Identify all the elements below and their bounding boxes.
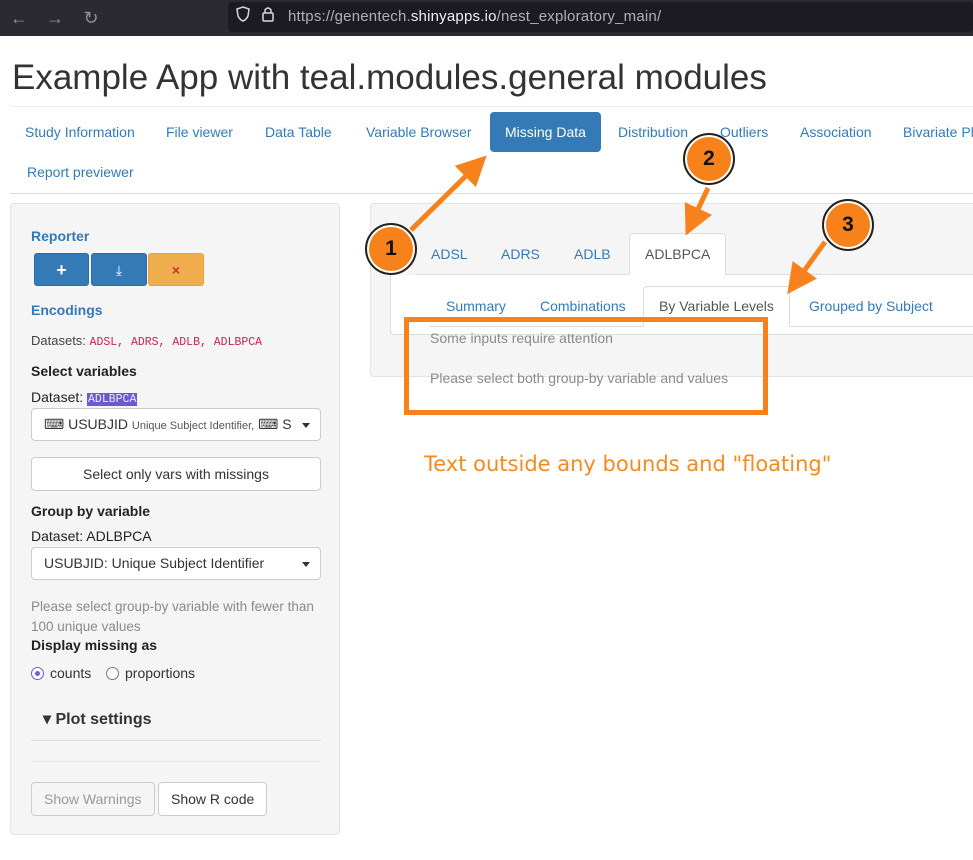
chevron-down-icon xyxy=(302,423,310,428)
tab-variable-browser[interactable]: Variable Browser xyxy=(351,112,487,152)
annotation-highlight-box xyxy=(404,317,768,415)
divider xyxy=(10,106,973,107)
group-dataset-line: Dataset: ADLBPCA xyxy=(31,528,152,544)
annotation-badge-3: 3 xyxy=(822,199,874,251)
encodings-sidebar: Reporter + ⤓ × Encodings Datasets: ADSL,… xyxy=(10,203,340,835)
annotation-badge-2: 2 xyxy=(683,133,735,185)
tab-file-viewer[interactable]: File viewer xyxy=(151,112,248,152)
select-variables-label: Select variables xyxy=(31,363,137,379)
tab-adsl[interactable]: ADSL xyxy=(416,233,483,275)
chevron-down-icon: ▾ xyxy=(43,711,56,728)
variables-select[interactable]: ⌨ USUBJID Unique Subject Identifier, ⌨ S xyxy=(31,408,321,441)
show-warnings-button[interactable]: Show Warnings xyxy=(31,782,155,816)
download-icon: ⤓ xyxy=(115,262,123,278)
tab-adlbpca[interactable]: ADLBPCA xyxy=(629,233,727,275)
reload-icon[interactable]: ↻ xyxy=(78,5,104,31)
radio-selected-icon xyxy=(31,667,44,680)
reset-report-button[interactable]: × xyxy=(148,253,204,286)
select-missings-button[interactable]: Select only vars with missings xyxy=(31,457,321,491)
tab-adlb[interactable]: ADLB xyxy=(559,233,626,275)
app-title: Example App with teal.modules.general mo… xyxy=(12,58,767,97)
back-icon[interactable]: ← xyxy=(6,5,32,31)
encodings-label: Encodings xyxy=(31,302,103,318)
datasets-line: Datasets: ADSL, ADRS, ADLB, ADLBPCA xyxy=(31,333,263,349)
add-to-report-button[interactable]: + xyxy=(34,253,89,286)
tab-study-information[interactable]: Study Information xyxy=(10,112,150,152)
tab-bivariate-plot[interactable]: Bivariate Pl xyxy=(888,112,973,152)
tab-grouped-by-subject[interactable]: Grouped by Subject xyxy=(794,286,948,327)
browser-toolbar: ← → ↻ https://genentech.shinyapps.io/nes… xyxy=(0,0,973,36)
main-nav: Study Information File viewer Data Table… xyxy=(10,112,973,194)
tab-report-previewer[interactable]: Report previewer xyxy=(12,152,149,192)
reporter-label: Reporter xyxy=(31,228,90,244)
radio-counts[interactable]: counts xyxy=(31,665,91,681)
divider xyxy=(31,740,321,741)
annotation-badge-1: 1 xyxy=(365,223,417,275)
radio-unselected-icon xyxy=(106,667,119,680)
close-icon: × xyxy=(171,262,181,278)
show-r-code-button[interactable]: Show R code xyxy=(158,782,268,816)
display-missing-label: Display missing as xyxy=(31,637,158,653)
plus-icon: + xyxy=(56,260,67,280)
divider xyxy=(31,761,321,762)
chevron-down-icon xyxy=(302,562,310,567)
group-help-text: Please select group-by variable with few… xyxy=(31,599,314,634)
group-by-label: Group by variable xyxy=(31,503,151,519)
forward-icon[interactable]: → xyxy=(42,5,68,31)
lock-icon[interactable] xyxy=(262,6,274,28)
group-by-select[interactable]: USUBJID: Unique Subject Identifier xyxy=(31,547,321,580)
radio-proportions[interactable]: proportions xyxy=(106,665,195,681)
tab-data-table[interactable]: Data Table xyxy=(250,112,347,152)
plot-settings-toggle[interactable]: ▾ Plot settings xyxy=(43,709,152,729)
url-text: https://genentech.shinyapps.io/nest_expl… xyxy=(288,8,662,25)
tab-association[interactable]: Association xyxy=(785,112,887,152)
address-bar[interactable]: https://genentech.shinyapps.io/nest_expl… xyxy=(228,2,973,32)
floating-annotation-text: Text outside any bounds and "floating" xyxy=(424,452,832,476)
shield-icon[interactable] xyxy=(236,6,250,28)
tab-adrs[interactable]: ADRS xyxy=(486,233,555,275)
dataset-line: Dataset: ADLBPCA xyxy=(31,389,138,406)
tab-missing-data[interactable]: Missing Data xyxy=(490,112,601,152)
download-report-button[interactable]: ⤓ xyxy=(91,253,147,286)
